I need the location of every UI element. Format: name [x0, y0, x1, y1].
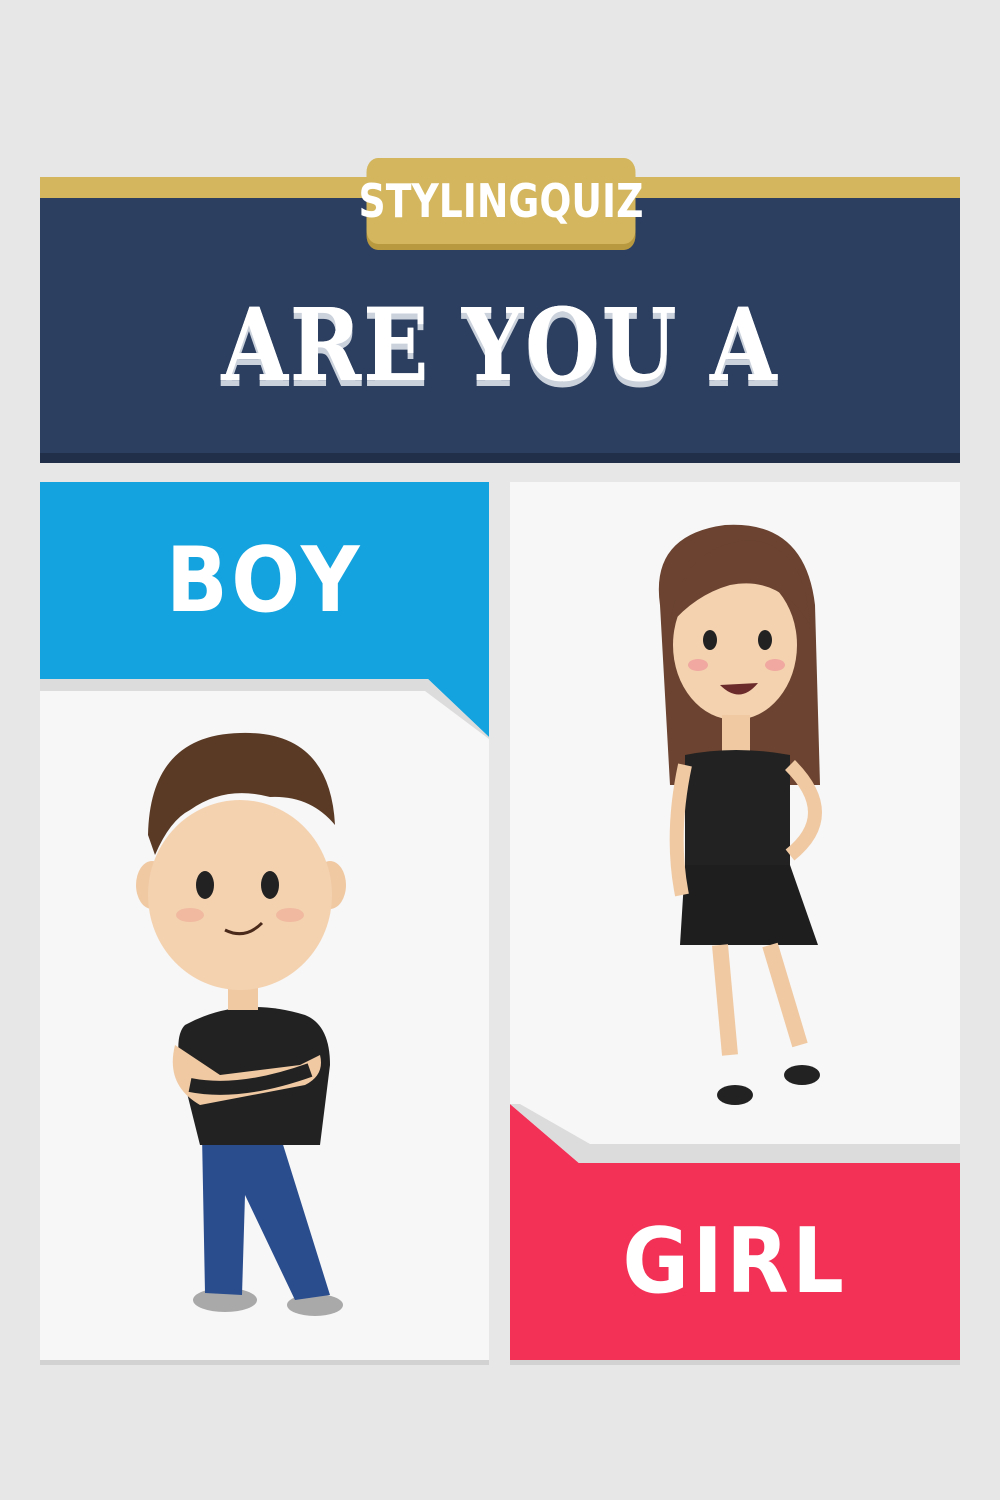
- girl-option-label[interactable]: GIRL: [510, 1163, 960, 1360]
- title-container: ARE YOU A: [40, 290, 960, 400]
- brand-badge: STYLINGQUIZ: [359, 158, 643, 244]
- boy-option-label[interactable]: BOY: [40, 482, 489, 679]
- boy-illustration-icon: [136, 732, 346, 1316]
- girl-label-text: GIRL: [622, 1209, 848, 1314]
- quiz-title: ARE YOU A: [220, 286, 779, 404]
- boy-label-text: BOY: [165, 528, 364, 633]
- girl-illustration-icon: [658, 524, 822, 1105]
